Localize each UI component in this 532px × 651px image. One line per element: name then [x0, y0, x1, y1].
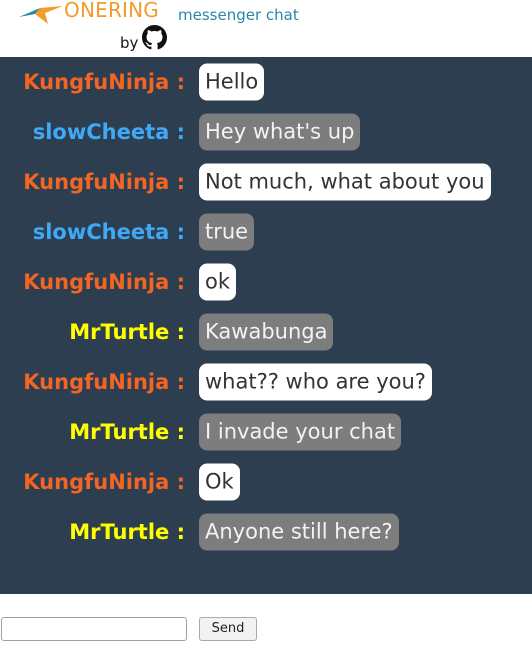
message-username: KungfuNinja : [23, 470, 185, 494]
message-row: KungfuNinja : what?? who are you? [0, 363, 532, 401]
message-username: KungfuNinja : [23, 170, 185, 194]
message-composer: Send [0, 614, 532, 651]
message-row: KungfuNinja : ok [0, 263, 532, 301]
message-bubble: Ok [199, 463, 240, 501]
send-button[interactable]: Send [199, 617, 257, 641]
brand-name: ONERING [64, 0, 159, 22]
message-row: KungfuNinja : Not much, what about you [0, 163, 532, 201]
message-row: slowCheeta : true [0, 213, 532, 251]
message-bubble: true [199, 213, 255, 251]
message-bubble: I invade your chat [199, 413, 402, 451]
message-username: KungfuNinja : [23, 270, 185, 294]
app-subtitle: messenger chat [178, 6, 299, 24]
message-row: MrTurtle : Kawabunga [0, 313, 532, 351]
message-input[interactable] [1, 617, 187, 641]
app-header: ONERING by messenger chat [0, 0, 532, 57]
message-row: KungfuNinja : Ok [0, 463, 532, 501]
message-bubble: Kawabunga [199, 313, 334, 351]
message-bubble: Hey what's up [199, 113, 361, 151]
message-username: slowCheeta : [32, 220, 185, 244]
message-username: KungfuNinja : [23, 70, 185, 94]
message-bubble: ok [199, 263, 237, 301]
message-username: MrTurtle : [69, 320, 185, 344]
message-row: MrTurtle : I invade your chat [0, 413, 532, 451]
chat-panel: KungfuNinja : Hello slowCheeta : Hey what's… [0, 57, 532, 641]
message-bubble: Anyone still here? [199, 513, 399, 551]
by-label: by [120, 34, 139, 52]
github-icon[interactable] [142, 25, 167, 50]
message-bubble: what?? who are you? [199, 363, 432, 401]
message-bubble: Not much, what about you [199, 163, 491, 201]
message-username: MrTurtle : [69, 520, 185, 544]
message-row: slowCheeta : Hey what's up [0, 113, 532, 151]
message-username: KungfuNinja : [23, 370, 185, 394]
message-username: MrTurtle : [69, 420, 185, 444]
message-username: slowCheeta : [32, 120, 185, 144]
onering-logo-icon [19, 6, 63, 24]
message-bubble: Hello [199, 63, 265, 101]
message-row: KungfuNinja : Hello [0, 63, 532, 101]
message-row: MrTurtle : Anyone still here? [0, 513, 532, 551]
